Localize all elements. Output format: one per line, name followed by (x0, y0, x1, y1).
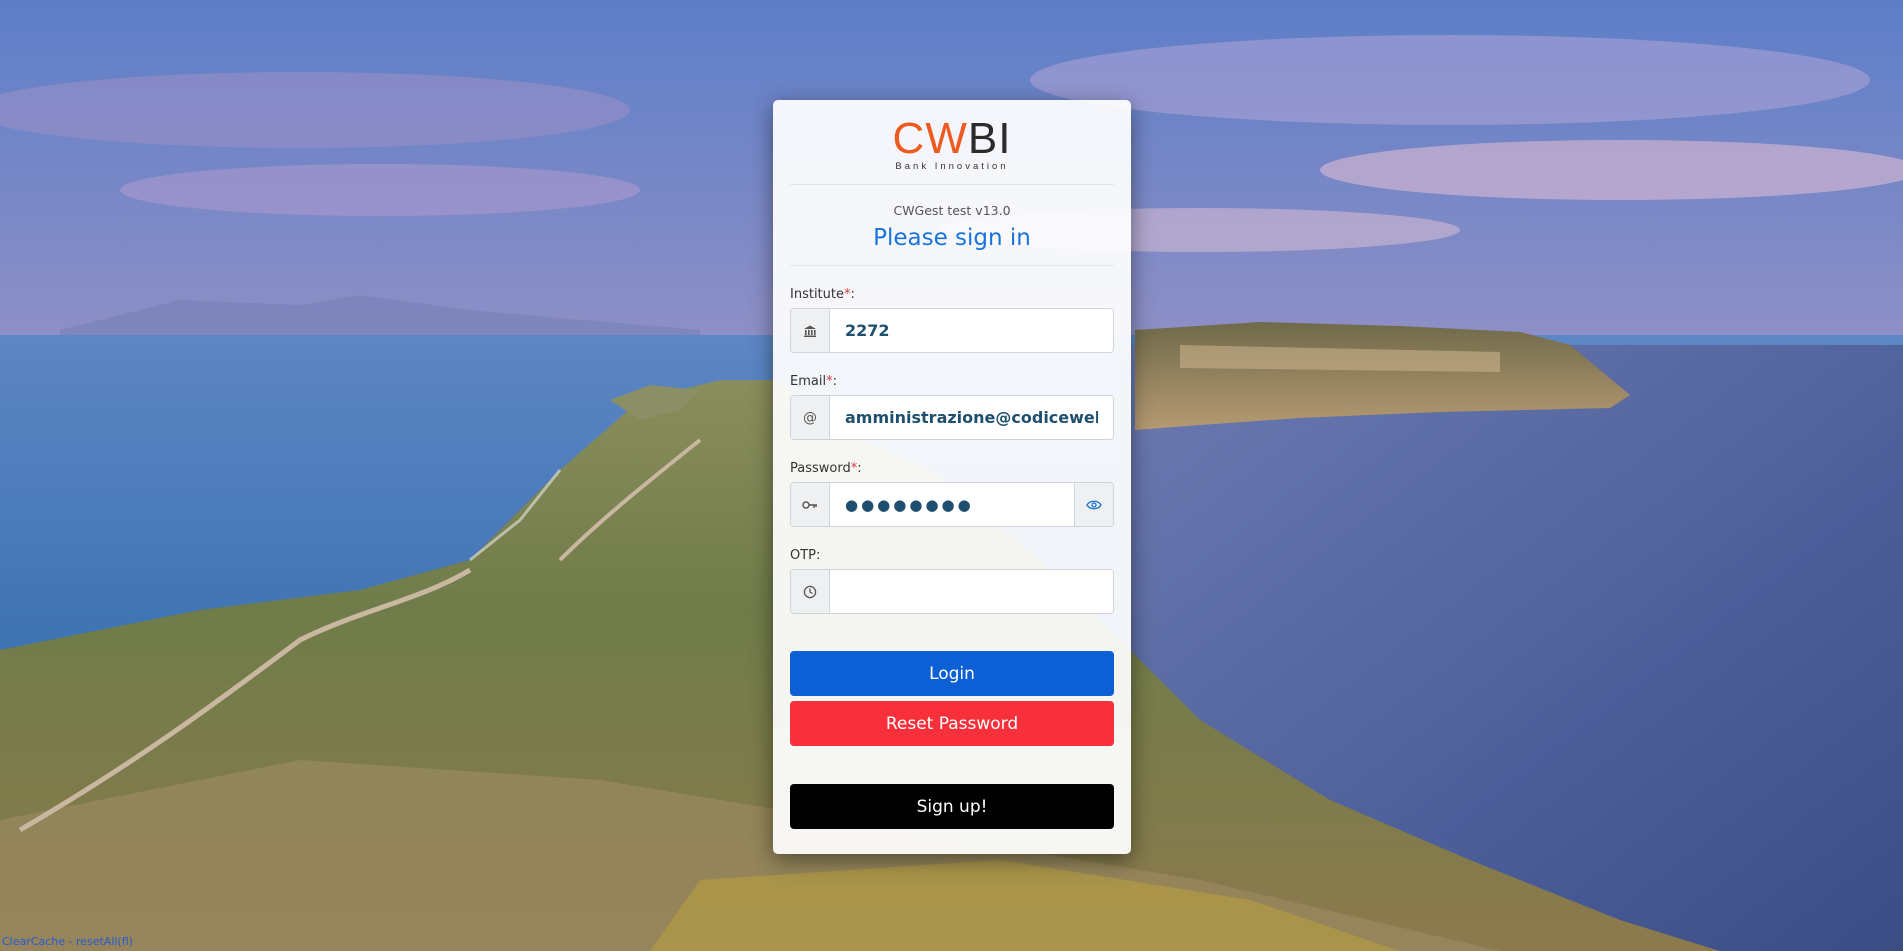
otp-label: OTP: (790, 548, 821, 563)
clock-icon (791, 570, 830, 613)
logo-text-bi: BI (967, 113, 1012, 163)
email-field[interactable] (830, 396, 1113, 439)
clear-cache-link[interactable]: ClearCache - resetAll(fl) (2, 935, 133, 948)
login-button[interactable]: Login (790, 651, 1114, 696)
logo-text-cw: CW (892, 113, 968, 163)
app-version: CWGest test v13.0 (893, 203, 1011, 218)
logo-tagline: Bank Innovation (895, 160, 1009, 172)
cwbi-logo: CW BI Bank Innovation (790, 100, 1114, 184)
otp-input[interactable] (830, 570, 1113, 613)
password-input[interactable] (830, 483, 1074, 526)
reset-password-button[interactable]: Reset Password (790, 701, 1114, 746)
page-title: Please sign in (873, 225, 1031, 251)
signup-button[interactable]: Sign up! (790, 784, 1114, 829)
at-icon: @ (791, 396, 830, 439)
password-field-group: Password*: (790, 461, 1114, 527)
bank-icon (791, 309, 830, 352)
eye-icon[interactable] (1074, 483, 1113, 526)
otp-field-group: OTP: (790, 548, 1114, 614)
institute-label: Institute*: (790, 287, 855, 302)
divider (790, 184, 1114, 185)
password-label: Password*: (790, 461, 862, 476)
login-card: CW BI Bank Innovation CWGest test v13.0 … (773, 100, 1131, 854)
email-field-group: Email*: @ (790, 374, 1114, 440)
institute-input[interactable] (830, 309, 1113, 352)
institute-field-group: Institute*: (790, 287, 1114, 353)
key-icon (791, 483, 830, 526)
divider (790, 265, 1114, 266)
email-label: Email*: (790, 374, 837, 389)
